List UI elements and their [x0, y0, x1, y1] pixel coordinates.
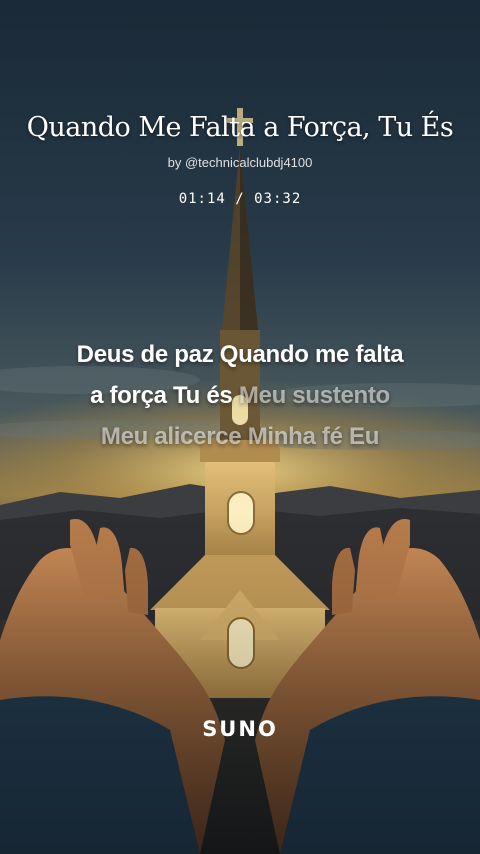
song-title: Quando Me Falta a Força, Tu És	[26, 112, 454, 143]
suno-logo[interactable]: SUNO	[0, 717, 480, 741]
lyric-sung: Deus de paz Quando me falta	[76, 341, 404, 368]
lyric-unsung: Meu alicerce Minha fé Eu	[100, 423, 380, 450]
lyric-line-3: Meu alicerce Minha fé Eu	[20, 416, 460, 457]
lyrics-block: Deus de paz Quando me falta a força Tu é…	[20, 334, 460, 457]
artist-byline[interactable]: by @technicalclubdj4100	[0, 155, 480, 170]
lyric-unsung: Meu sustento	[238, 382, 390, 409]
player-screen: Quando Me Falta a Força, Tu És by @techn…	[0, 0, 480, 854]
playback-time: 01:14 / 03:32	[178, 191, 302, 207]
lyric-sung: a força Tu és	[90, 382, 233, 409]
lyric-line-2: a força Tu és Meu sustento	[20, 375, 460, 416]
lyric-line-1: Deus de paz Quando me falta	[20, 334, 460, 375]
